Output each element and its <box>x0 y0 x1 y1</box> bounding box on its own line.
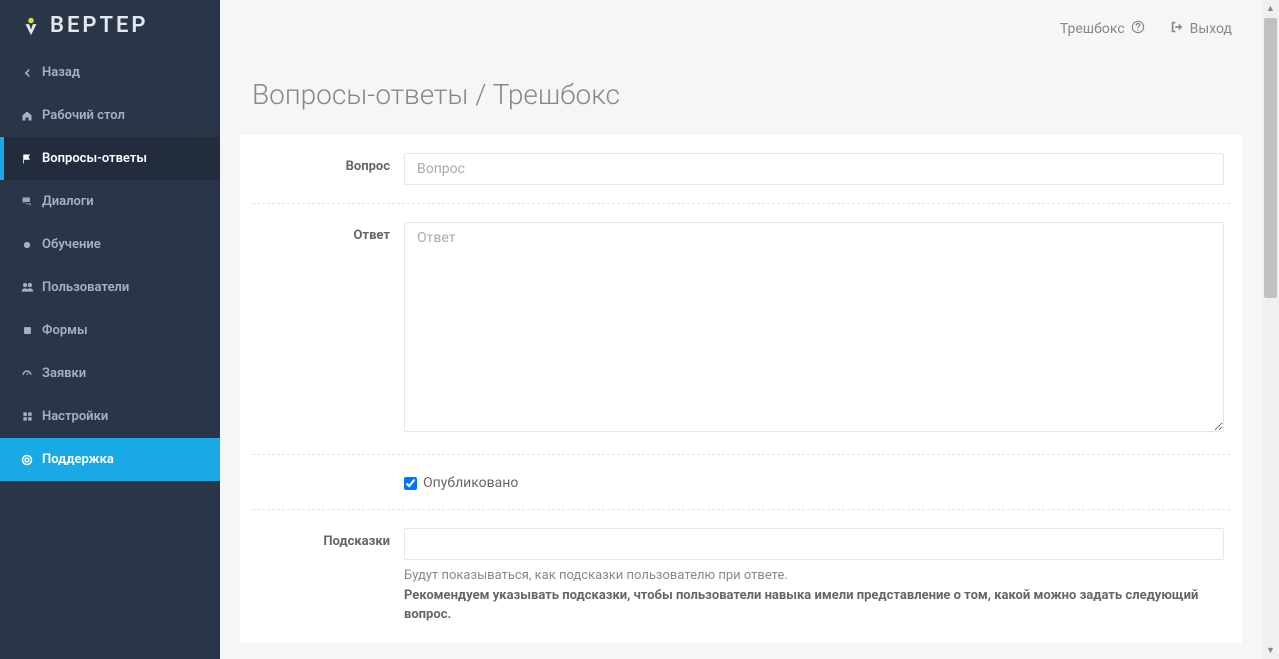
sidebar-item-label: Настройки <box>42 409 108 424</box>
flag-icon <box>20 152 34 166</box>
help-icon <box>1131 20 1145 38</box>
hints-input[interactable] <box>404 528 1224 560</box>
sidebar-item-label: Диалоги <box>42 194 94 209</box>
sidebar-item-faq[interactable]: Вопросы-ответы <box>0 137 220 180</box>
logo[interactable]: ВЕРТЕР <box>0 0 220 51</box>
question-label: Вопрос <box>254 153 404 185</box>
hints-help-text-2: Рекомендуем указывать подсказки, чтобы п… <box>404 588 1198 623</box>
sidebar-item-users[interactable]: Пользователи <box>0 266 220 309</box>
sidebar-item-label: Вопросы-ответы <box>42 151 147 166</box>
scrollbar[interactable]: ▲ ▼ <box>1262 0 1279 659</box>
answer-label: Ответ <box>254 222 404 436</box>
sidebar-item-support[interactable]: Поддержка <box>0 438 220 481</box>
published-label: Опубликовано <box>423 475 518 491</box>
sidebar-item-dashboard[interactable]: Рабочий стол <box>0 94 220 137</box>
logout-icon <box>1170 20 1184 38</box>
hints-label: Подсказки <box>254 528 404 625</box>
sidebar-item-forms[interactable]: Формы <box>0 309 220 352</box>
logout-button[interactable]: Выход <box>1170 20 1232 38</box>
sidebar-item-label: Назад <box>42 65 80 80</box>
logout-label: Выход <box>1190 21 1232 37</box>
form-row-answer: Ответ <box>252 204 1230 455</box>
life-ring-icon <box>20 453 34 467</box>
sidebar-item-label: Обучение <box>42 237 101 252</box>
topbar-project-label: Трешбокс <box>1060 21 1125 37</box>
sidebar-item-label: Заявки <box>42 366 86 381</box>
hints-help-text-1: Будут показываться, как подсказки пользо… <box>404 568 788 583</box>
form-row-published: Опубликовано <box>252 455 1230 510</box>
published-checkbox-wrap[interactable]: Опубликовано <box>404 473 1224 491</box>
dashboard-icon <box>20 367 34 381</box>
square-icon <box>20 324 34 338</box>
hints-help-text: Будут показываться, как подсказки пользо… <box>404 566 1224 625</box>
sidebar: ВЕРТЕР Назад Рабочий стол Вопросы-ответы <box>0 0 220 659</box>
sidebar-item-learning[interactable]: Обучение <box>0 223 220 266</box>
published-label-spacer <box>254 473 404 491</box>
page-title: Вопросы-ответы / Трешбокс <box>240 58 1242 135</box>
sidebar-item-dialogs[interactable]: Диалоги <box>0 180 220 223</box>
comments-icon <box>20 195 34 209</box>
arrow-left-icon <box>20 66 34 80</box>
sidebar-item-label: Рабочий стол <box>42 108 125 123</box>
logo-icon <box>20 15 42 37</box>
sidebar-item-orders[interactable]: Заявки <box>0 352 220 395</box>
sidebar-item-settings[interactable]: Настройки <box>0 395 220 438</box>
grid-icon <box>20 410 34 424</box>
scrollbar-down-icon[interactable]: ▼ <box>1262 642 1279 659</box>
users-icon <box>20 281 34 295</box>
form-row-hints: Подсказки Будут показываться, как подска… <box>252 510 1230 643</box>
topbar: Трешбокс Выход <box>220 0 1262 58</box>
sidebar-item-label: Формы <box>42 323 88 338</box>
sidebar-item-label: Пользователи <box>42 280 129 295</box>
answer-textarea[interactable] <box>404 222 1224 432</box>
logo-text: ВЕРТЕР <box>50 13 149 38</box>
form-row-question: Вопрос <box>252 135 1230 204</box>
question-input[interactable] <box>404 153 1224 185</box>
sidebar-item-back[interactable]: Назад <box>0 51 220 94</box>
sidebar-item-label: Поддержка <box>42 452 114 467</box>
form-card: Вопрос Ответ Опубл <box>240 135 1242 643</box>
circle-icon <box>20 238 34 252</box>
main-content: Трешбокс Выход Вопросы-ответы / Трешбокс… <box>220 0 1262 659</box>
home-icon <box>20 109 34 123</box>
topbar-project[interactable]: Трешбокс <box>1060 20 1145 38</box>
published-checkbox[interactable] <box>404 477 417 490</box>
scrollbar-up-icon[interactable]: ▲ <box>1262 0 1279 17</box>
